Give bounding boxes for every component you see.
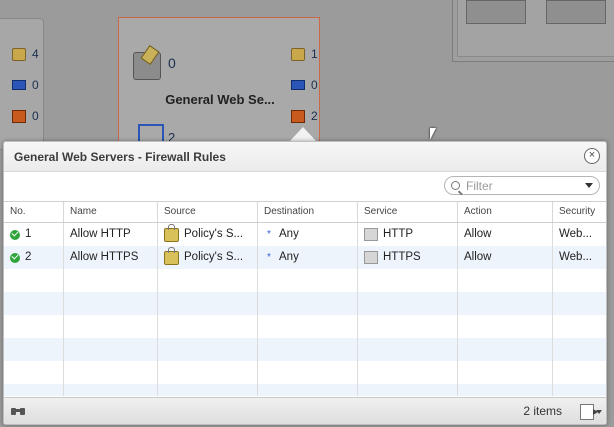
empty-row — [4, 338, 606, 361]
column-header-security[interactable]: Security — [553, 202, 606, 222]
service-icon — [364, 251, 378, 264]
center-policy-count: 0 — [168, 55, 176, 71]
table-row[interactable]: 1 Allow HTTP Policy's S... * Any HTTP All… — [4, 223, 606, 246]
export-dropdown-icon[interactable] — [596, 410, 602, 414]
rule-service: HTTPS — [383, 251, 421, 263]
filter-dropdown-icon[interactable] — [585, 183, 593, 188]
empty-row — [4, 361, 606, 384]
center-card-firewall-stat[interactable]: 2 — [291, 109, 318, 123]
rule-action: Allow — [458, 223, 553, 246]
background-frame-right — [452, 0, 614, 62]
left-firewall-count: 0 — [32, 109, 39, 123]
column-header-no[interactable]: No. — [4, 202, 64, 222]
rule-action: Allow — [458, 246, 553, 269]
rule-source-cell: Policy's S... — [158, 223, 258, 246]
lock-icon — [164, 246, 179, 265]
column-header-name[interactable]: Name — [64, 202, 158, 222]
column-header-source[interactable]: Source — [158, 202, 258, 222]
rule-number: 1 — [25, 228, 32, 240]
any-icon: * — [267, 229, 271, 240]
policy-icon — [12, 47, 26, 61]
rule-security: Web... — [559, 251, 593, 263]
left-card-vm-stat: 0 — [12, 78, 39, 92]
binoculars-icon[interactable] — [11, 406, 25, 416]
popup-header: General Web Servers - Firewall Rules × — [4, 142, 606, 172]
rule-number-cell: 2 — [4, 246, 64, 269]
empty-row — [4, 269, 606, 292]
firewall-icon — [291, 109, 305, 123]
close-icon[interactable]: × — [584, 148, 600, 164]
popup-pointer — [289, 127, 317, 142]
rule-source: Policy's S... — [184, 251, 244, 263]
security-policy-icon — [133, 52, 161, 80]
center-card-vm-stat: 0 — [291, 78, 318, 92]
center-right-policy-count: 1 — [311, 47, 318, 61]
rule-service-cell: HTTPS — [358, 246, 458, 269]
rule-name: Allow HTTP — [64, 223, 158, 246]
popup-toolbar — [4, 172, 606, 202]
rule-source-cell: Policy's S... — [158, 246, 258, 269]
rule-source: Policy's S... — [184, 228, 244, 240]
rule-service-cell: HTTP — [358, 223, 458, 246]
rule-destination-cell: * Any — [258, 246, 358, 269]
popup-title: General Web Servers - Firewall Rules — [14, 149, 226, 164]
filter-field[interactable] — [444, 176, 600, 195]
rule-service: HTTP — [383, 228, 414, 240]
background-box — [466, 0, 526, 24]
empty-row — [4, 384, 606, 396]
rule-name: Allow HTTPS — [64, 246, 158, 269]
vm-icon — [12, 80, 26, 90]
popup-footer: 2 items — [4, 397, 606, 424]
rule-destination: Any — [279, 228, 299, 240]
left-card-policy-stat: 4 — [12, 47, 39, 61]
column-header-action[interactable]: Action — [458, 202, 553, 222]
rule-destination-cell: * Any — [258, 223, 358, 246]
export-icon[interactable] — [580, 404, 598, 420]
left-vm-count: 0 — [32, 78, 39, 92]
firewall-rules-popup: General Web Servers - Firewall Rules × N… — [3, 141, 607, 425]
policy-icon — [291, 47, 305, 61]
grid-header: No. Name Source Destination Service Acti… — [4, 202, 606, 223]
table-row[interactable]: 2 Allow HTTPS Policy's S... * Any HTTPS A… — [4, 246, 606, 269]
firewall-icon — [12, 109, 26, 123]
rule-number: 2 — [25, 251, 32, 263]
filter-input[interactable] — [466, 178, 576, 193]
center-right-vm-count: 0 — [311, 78, 318, 92]
mouse-cursor — [430, 128, 436, 140]
service-icon — [364, 228, 378, 241]
rule-security: Web... — [559, 228, 593, 240]
any-icon: * — [267, 252, 271, 263]
center-card-policy-stat: 1 — [291, 47, 318, 61]
policy-card-title: General Web Se... — [165, 92, 275, 107]
search-icon — [451, 181, 460, 190]
column-header-destination[interactable]: Destination — [258, 202, 358, 222]
rule-destination: Any — [279, 251, 299, 263]
rule-number-cell: 1 — [4, 223, 64, 246]
empty-row — [4, 315, 606, 338]
check-icon — [10, 252, 20, 263]
rules-grid: No. Name Source Destination Service Acti… — [4, 202, 606, 396]
column-header-service[interactable]: Service — [358, 202, 458, 222]
check-icon — [10, 229, 20, 240]
lock-icon — [164, 223, 179, 242]
background-box — [546, 0, 606, 24]
empty-row — [4, 292, 606, 315]
center-right-firewall-count: 2 — [311, 109, 318, 123]
item-count: 2 items — [523, 404, 562, 418]
left-card-firewall-stat: 0 — [12, 109, 39, 123]
left-policy-count: 4 — [32, 47, 39, 61]
vm-icon — [291, 80, 305, 90]
